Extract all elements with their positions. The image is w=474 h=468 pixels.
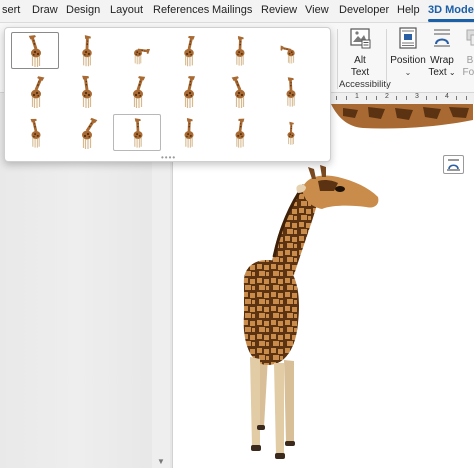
- view-thumbnail[interactable]: [164, 114, 212, 151]
- tab-references[interactable]: References: [153, 0, 209, 22]
- ruler-tick: [436, 96, 437, 100]
- position-button[interactable]: Position ⌄: [390, 25, 426, 79]
- alt-text-button[interactable]: Alt Text: [345, 25, 375, 79]
- giraffe-icon: [235, 36, 245, 66]
- giraffe-icon: [286, 77, 296, 107]
- tab-review[interactable]: Review: [261, 0, 297, 22]
- ruler-number: 1: [355, 93, 359, 100]
- resize-grip-icon[interactable]: ••••: [161, 154, 176, 162]
- alt-text-label-line2: Text: [350, 67, 370, 78]
- giraffe-3d-model[interactable]: [228, 165, 388, 465]
- giraffe-icon: [31, 76, 45, 108]
- view-thumbnail[interactable]: [113, 114, 161, 151]
- giraffe-icon: [134, 48, 151, 65]
- view-thumbnail[interactable]: [62, 32, 110, 69]
- scroll-down-arrow-icon[interactable]: ▼: [157, 457, 165, 466]
- wrap-text-icon: [434, 29, 450, 47]
- giraffe-icon: [184, 118, 194, 148]
- layout-options-button[interactable]: [443, 155, 464, 174]
- position-label: Position: [390, 55, 426, 66]
- tab-help[interactable]: Help: [397, 0, 420, 22]
- view-thumbnail[interactable]: [215, 32, 263, 69]
- view-thumbnail[interactable]: [62, 73, 110, 110]
- giraffe-icon: [28, 35, 41, 67]
- view-thumbnail[interactable]: [62, 114, 110, 151]
- alt-text-icon: [350, 28, 371, 49]
- view-thumbnail[interactable]: [11, 32, 59, 69]
- wrap-text-label-line2: Text: [428, 67, 447, 78]
- 3d-model-views-gallery[interactable]: ••••: [4, 27, 331, 162]
- ruler-tick: [426, 96, 427, 100]
- ruler-tick: [336, 96, 337, 100]
- tab-draw[interactable]: Draw: [32, 0, 58, 22]
- vertical-scrollbar[interactable]: [152, 150, 170, 468]
- ruler-tick: [406, 96, 407, 100]
- tab-developer[interactable]: Developer: [339, 0, 389, 22]
- ruler-number: 4: [445, 93, 449, 100]
- giraffe-icon: [280, 45, 295, 64]
- view-thumbnail[interactable]: [113, 73, 161, 110]
- view-thumbnail[interactable]: [266, 73, 314, 110]
- ruler-tick: [366, 96, 367, 100]
- view-thumbnail[interactable]: [266, 114, 314, 151]
- chevron-down-icon: ⌄: [446, 68, 456, 77]
- alt-text-label-line1: Alt: [354, 55, 366, 66]
- tab-layout[interactable]: Layout: [110, 0, 143, 22]
- ruler-tick: [376, 96, 377, 100]
- giraffe-icon: [82, 35, 92, 67]
- view-thumbnail[interactable]: [215, 114, 263, 151]
- bring-forward-button[interactable]: B For: [460, 25, 474, 79]
- view-thumbnail[interactable]: [11, 73, 59, 110]
- ruler-tick: [396, 96, 397, 100]
- ruler-tick: [456, 96, 457, 100]
- giraffe-icon: [287, 121, 295, 145]
- view-thumbnail[interactable]: [113, 32, 161, 69]
- ribbon-tab-bar: sert Draw Design Layout References Maili…: [0, 0, 474, 23]
- giraffe-icon: [82, 75, 92, 108]
- ruler-number: 3: [415, 93, 419, 100]
- bring-forward-label-line1: B: [466, 55, 474, 66]
- giraffe-icon: [184, 76, 196, 108]
- position-icon: [399, 27, 417, 49]
- view-thumbnail[interactable]: [11, 114, 59, 151]
- ruler-tick: [466, 96, 467, 100]
- giraffe-icon: [184, 35, 195, 67]
- bring-forward-label-line2: For: [462, 67, 474, 78]
- wrap-text-label-line1: Wrap: [430, 55, 454, 66]
- tab-3d-model[interactable]: 3D Model: [428, 0, 474, 22]
- chevron-down-icon: ⌄: [404, 68, 412, 77]
- ruler-tick: [346, 96, 347, 100]
- giraffe-icon: [133, 76, 146, 108]
- ruler-number: 2: [385, 93, 389, 100]
- layout-options-icon: [447, 159, 460, 171]
- giraffe-icon: [82, 117, 98, 149]
- view-thumbnail[interactable]: [164, 73, 212, 110]
- view-thumbnail[interactable]: [164, 32, 212, 69]
- accessibility-group-label: Accessibility: [339, 79, 391, 90]
- tab-mailings[interactable]: Mailings: [212, 0, 252, 22]
- wrap-text-button[interactable]: Wrap Text ⌄: [428, 25, 456, 79]
- bring-forward-icon: [466, 29, 474, 46]
- view-thumbnail[interactable]: [266, 32, 314, 69]
- view-thumbnail[interactable]: [215, 73, 263, 110]
- giraffe-icon: [231, 76, 245, 108]
- tab-design[interactable]: Design: [66, 0, 100, 22]
- group-separator: [337, 29, 338, 89]
- tab-insert[interactable]: sert: [2, 0, 20, 22]
- giraffe-icon: [235, 118, 245, 148]
- tab-view[interactable]: View: [305, 0, 329, 22]
- group-separator: [386, 29, 387, 89]
- giraffe-icon: [133, 118, 143, 148]
- giraffe-icon: [30, 118, 41, 148]
